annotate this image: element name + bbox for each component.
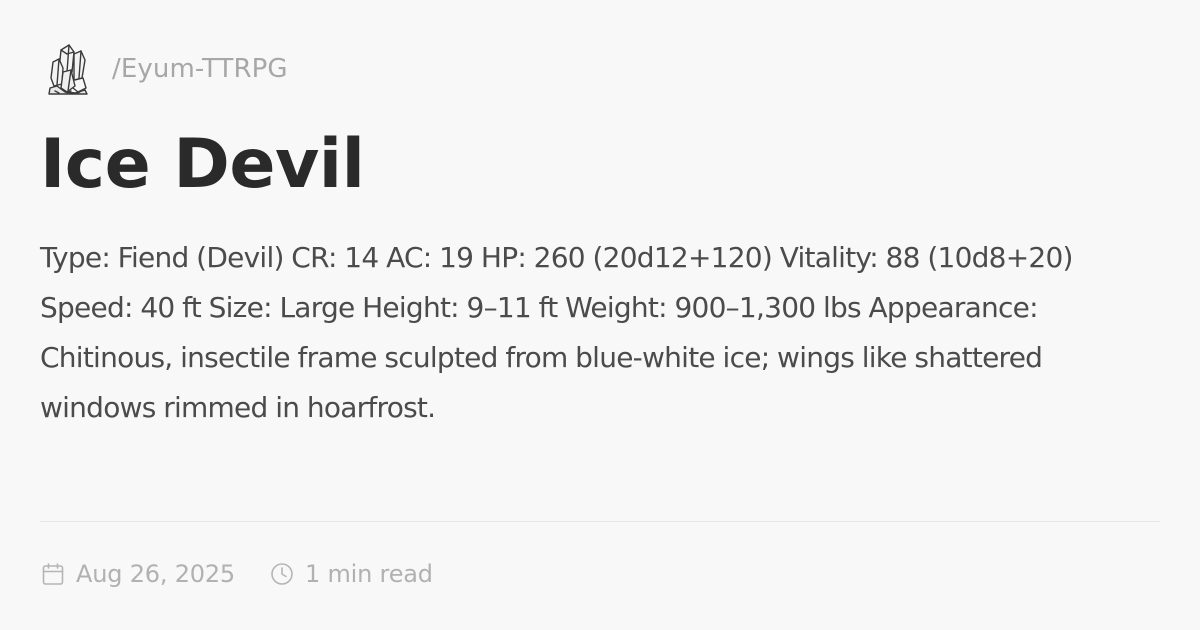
reading-time-text: 1 min read [304, 560, 433, 588]
preview-card: /Eyum-TTRPG Ice Devil Type: Fiend (Devil… [0, 0, 1200, 630]
site-logo[interactable] [40, 41, 96, 97]
publish-date-text: Aug 26, 2025 [76, 560, 235, 588]
site-header: /Eyum-TTRPG [40, 40, 288, 98]
crystal-icon [45, 42, 91, 96]
site-path-link[interactable]: /Eyum-TTRPG [112, 54, 288, 84]
article-description: Type: Fiend (Devil) CR: 14 AC: 19 HP: 26… [40, 241, 1073, 424]
clock-icon [269, 561, 295, 587]
publish-date: Aug 26, 2025 [40, 560, 235, 588]
divider [40, 521, 1160, 522]
page-title: Ice Devil [40, 125, 365, 204]
calendar-icon [40, 561, 66, 587]
reading-time: 1 min read [269, 560, 433, 588]
article-meta: Aug 26, 2025 1 min read [40, 556, 433, 592]
